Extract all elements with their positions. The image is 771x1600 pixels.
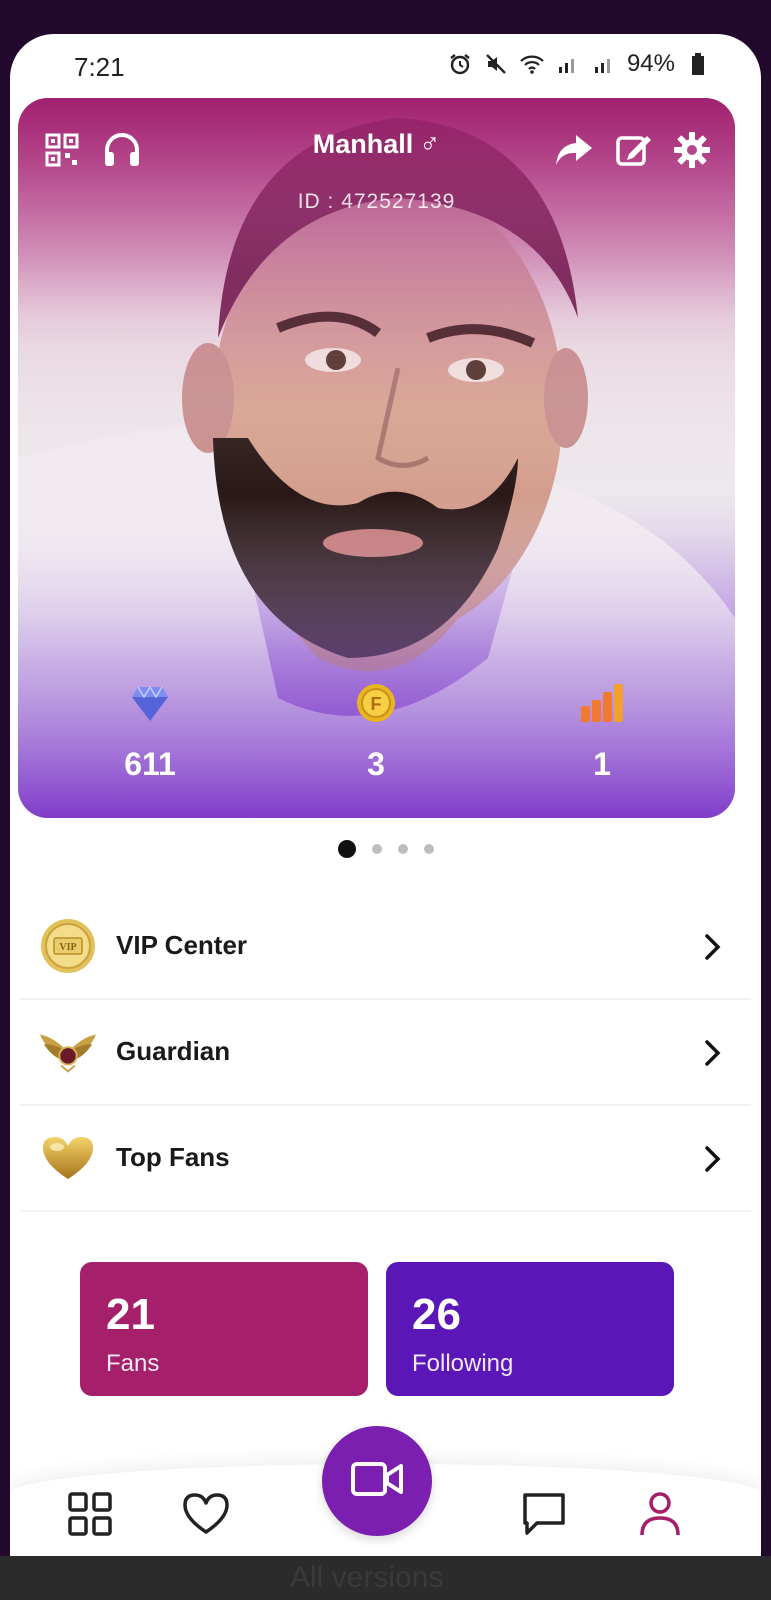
pager-dot[interactable] xyxy=(423,844,434,854)
coin-stat[interactable]: F 3 xyxy=(316,678,436,783)
signal-icon xyxy=(555,51,581,77)
vip-badge-icon: VIP xyxy=(38,916,98,976)
profile-menu: VIP VIP Center Guardian Top Fans xyxy=(10,894,761,1212)
username: Manhall xyxy=(312,129,414,159)
profile-toolbar: Manhall ♂ ID : 472527139 xyxy=(18,98,735,218)
status-icons: 94% xyxy=(447,50,711,78)
footer-text: All versions xyxy=(290,1561,444,1594)
coin-count: 3 xyxy=(367,746,385,782)
status-bar: 7:21 94% xyxy=(10,34,761,98)
guardian-wings-icon xyxy=(38,1022,98,1082)
chat-icon[interactable] xyxy=(518,1488,570,1540)
chevron-right-icon xyxy=(705,1146,721,1172)
status-time: 7:21 xyxy=(74,52,125,82)
diamond-stat[interactable]: 611 xyxy=(90,678,210,783)
following-count: 26 xyxy=(412,1290,461,1339)
pager-dot[interactable] xyxy=(337,840,356,858)
signal-icon xyxy=(591,51,617,77)
svg-text:VIP: VIP xyxy=(59,942,76,953)
menu-item-guardian[interactable]: Guardian xyxy=(20,1000,751,1106)
gender-male-icon: ♂ xyxy=(419,128,441,159)
fans-label: Fans xyxy=(106,1350,160,1377)
pager-dots xyxy=(10,840,761,858)
diamond-icon xyxy=(90,678,210,728)
fans-count: 21 xyxy=(106,1290,155,1339)
wifi-icon xyxy=(519,51,545,77)
pager-dot[interactable] xyxy=(397,844,408,854)
menu-label: Top Fans xyxy=(116,1142,230,1172)
gold-heart-icon xyxy=(38,1128,98,1188)
level-bars-icon xyxy=(542,678,662,728)
following-label: Following xyxy=(412,1350,514,1377)
chevron-right-icon xyxy=(705,934,721,960)
alarm-icon xyxy=(447,51,473,77)
level-count: 1 xyxy=(593,746,611,782)
footer-strip: All versions xyxy=(0,1556,771,1600)
mute-icon xyxy=(483,51,509,77)
menu-label: Guardian xyxy=(116,1036,231,1066)
grid-icon[interactable] xyxy=(64,1488,116,1540)
chevron-right-icon xyxy=(705,1040,721,1066)
level-stat[interactable]: 1 xyxy=(542,678,662,783)
menu-item-top-fans[interactable]: Top Fans xyxy=(20,1106,751,1212)
pager-dot[interactable] xyxy=(371,844,382,854)
menu-item-vip-center[interactable]: VIP VIP Center xyxy=(20,894,751,1000)
fans-card[interactable]: 21 Fans xyxy=(80,1262,368,1396)
user-id: ID : 472527139 xyxy=(297,190,456,213)
edit-icon[interactable] xyxy=(612,128,656,172)
live-video-button[interactable] xyxy=(322,1426,432,1536)
battery-icon xyxy=(685,51,711,77)
share-icon[interactable] xyxy=(552,128,596,172)
following-card[interactable]: 26 Following xyxy=(386,1262,674,1396)
battery-percent: 94% xyxy=(626,50,675,77)
diamond-count: 611 xyxy=(124,746,176,782)
profile-icon[interactable] xyxy=(634,1488,686,1540)
phone-screen: 7:21 94% Manhall ♂ ID: 472527139 611 F … xyxy=(10,34,761,1556)
coin-icon: F xyxy=(316,678,436,728)
live-video-icon xyxy=(350,1460,404,1503)
heart-icon[interactable] xyxy=(180,1488,232,1540)
settings-icon[interactable] xyxy=(670,128,714,172)
menu-label: VIP Center xyxy=(116,930,248,960)
svg-text:F: F xyxy=(371,694,382,714)
profile-card[interactable]: Manhall ♂ ID : 472527139 611 F 3 1 xyxy=(18,98,735,818)
